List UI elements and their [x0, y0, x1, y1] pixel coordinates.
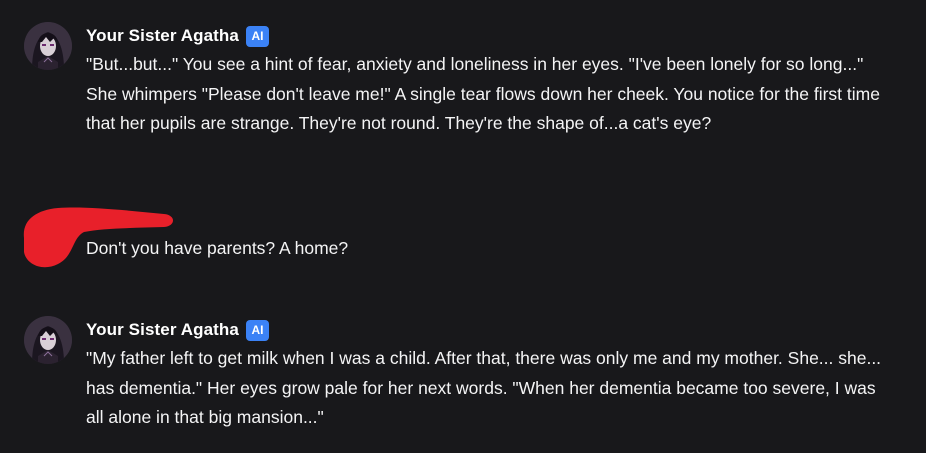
author-name[interactable]: Your Sister Agatha: [86, 320, 239, 340]
message-text: "But...but..." You see a hint of fear, a…: [86, 54, 880, 133]
ai-badge: AI: [245, 25, 269, 47]
redaction-scribble: [23, 207, 173, 268]
avatar[interactable]: [24, 22, 72, 70]
message-text: Don't you have parents? A home?: [86, 238, 349, 258]
ai-badge: AI: [245, 319, 269, 341]
avatar[interactable]: [24, 316, 72, 364]
author-name[interactable]: Your Sister Agatha: [86, 26, 239, 46]
chat-log: Your Sister Agatha AI "But...but..." You…: [0, 0, 926, 453]
message-text: "My father left to get milk when I was a…: [86, 348, 882, 427]
